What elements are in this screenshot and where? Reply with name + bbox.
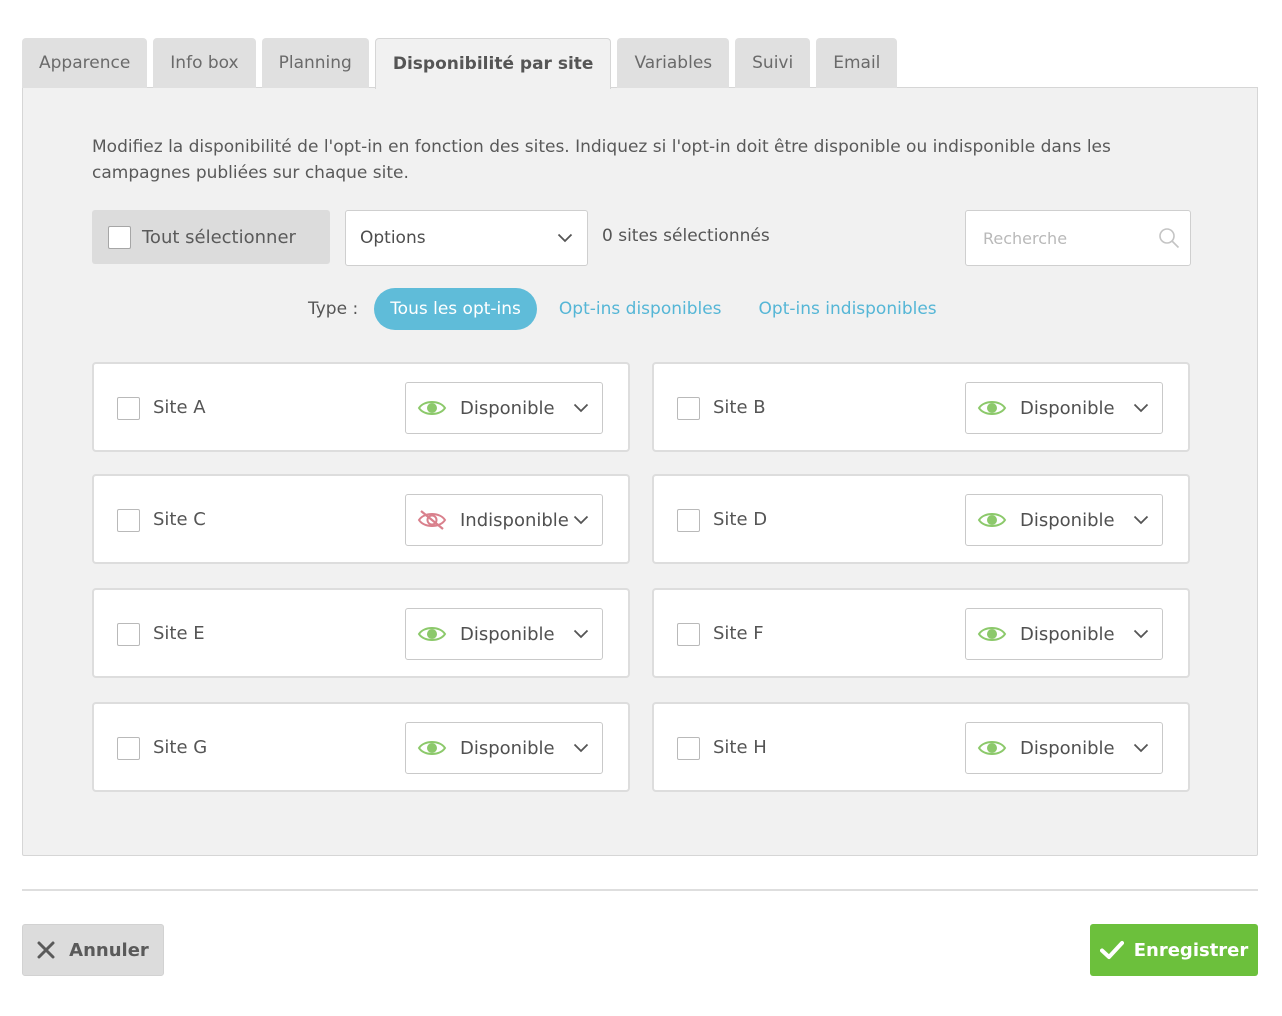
tab-panel: Modifiez la disponibilité de l'opt-in en… [22,87,1258,856]
site-card-e: Site E Disponible [92,588,630,678]
eye-icon [417,401,447,415]
status-dropdown[interactable]: Disponible [965,494,1163,546]
cancel-label: Annuler [69,939,149,961]
site-checkbox[interactable] [117,397,140,420]
status-label: Indisponible [460,509,569,531]
chevron-down-icon [573,629,589,639]
filter-all-optins[interactable]: Tous les opt-ins [374,288,537,330]
tab-bar: Apparence Info box Planning Disponibilit… [22,38,898,89]
site-card-f: Site F Disponible [652,588,1190,678]
site-name: Site B [713,397,766,418]
tab-disponibilite-par-site[interactable]: Disponibilité par site [374,38,612,89]
search-box [965,210,1191,266]
status-label: Disponible [460,737,555,759]
tab-apparence[interactable]: Apparence [22,38,148,88]
site-name: Site C [153,509,206,530]
status-dropdown[interactable]: Disponible [965,722,1163,774]
tab-suivi[interactable]: Suivi [735,38,811,88]
tab-variables[interactable]: Variables [617,38,730,88]
eye-icon [417,627,447,641]
filter-available-optins[interactable]: Opt-ins disponibles [543,288,738,330]
status-label: Disponible [1020,397,1115,419]
chevron-down-icon [1133,403,1149,413]
status-label: Disponible [1020,509,1115,531]
site-name: Site E [153,623,205,644]
footer-divider [22,889,1258,891]
site-checkbox[interactable] [117,737,140,760]
site-name: Site F [713,623,764,644]
eye-icon [977,627,1007,641]
site-card-d: Site D Disponible [652,474,1190,564]
eye-icon [977,513,1007,527]
check-icon [1099,941,1124,959]
select-all-button[interactable]: Tout sélectionner [92,210,330,264]
eye-icon [977,741,1007,755]
site-checkbox[interactable] [117,623,140,646]
save-button[interactable]: Enregistrer [1090,924,1258,976]
tab-planning[interactable]: Planning [261,38,369,88]
search-icon[interactable] [1158,227,1180,249]
selected-count: 0 sites sélectionnés [602,226,770,246]
status-dropdown[interactable]: Indisponible [405,494,603,546]
site-card-a: Site A Disponible [92,362,630,452]
site-name: Site H [713,737,767,758]
eye-slash-icon [417,510,447,530]
site-checkbox[interactable] [677,397,700,420]
filter-unavailable-optins[interactable]: Opt-ins indisponibles [743,288,953,330]
chevron-down-icon [1133,515,1149,525]
site-checkbox[interactable] [677,623,700,646]
eye-icon [417,741,447,755]
site-name: Site D [713,509,768,530]
chevron-down-icon [573,403,589,413]
status-dropdown[interactable]: Disponible [965,382,1163,434]
site-card-h: Site H Disponible [652,702,1190,792]
site-card-b: Site B Disponible [652,362,1190,452]
options-label: Options [360,228,426,248]
select-all-label: Tout sélectionner [142,226,296,248]
tab-email[interactable]: Email [816,38,898,88]
status-dropdown[interactable]: Disponible [965,608,1163,660]
status-label: Disponible [1020,623,1115,645]
chevron-down-icon [557,233,573,243]
site-checkbox[interactable] [677,737,700,760]
chevron-down-icon [1133,629,1149,639]
save-label: Enregistrer [1133,939,1249,961]
chevron-down-icon [573,743,589,753]
status-dropdown[interactable]: Disponible [405,608,603,660]
search-input[interactable] [983,228,1158,248]
chevron-down-icon [1133,743,1149,753]
site-name: Site A [153,397,206,418]
cancel-button[interactable]: Annuler [22,924,164,976]
status-dropdown[interactable]: Disponible [405,722,603,774]
description-text: Modifiez la disponibilité de l'opt-in en… [92,137,1111,183]
status-label: Disponible [460,623,555,645]
close-icon [37,941,55,959]
tab-info-box[interactable]: Info box [153,38,256,88]
status-label: Disponible [460,397,555,419]
site-checkbox[interactable] [117,509,140,532]
eye-icon [977,401,1007,415]
site-card-g: Site G Disponible [92,702,630,792]
site-card-c: Site C Indisponible [92,474,630,564]
chevron-down-icon [573,515,589,525]
type-filter-label: Type : [308,299,359,319]
type-filter: Type : Tous les opt-ins Opt-ins disponib… [308,288,953,330]
options-dropdown[interactable]: Options [345,210,588,266]
site-name: Site G [153,737,208,758]
select-all-checkbox[interactable] [108,225,131,249]
status-label: Disponible [1020,737,1115,759]
site-checkbox[interactable] [677,509,700,532]
status-dropdown[interactable]: Disponible [405,382,603,434]
